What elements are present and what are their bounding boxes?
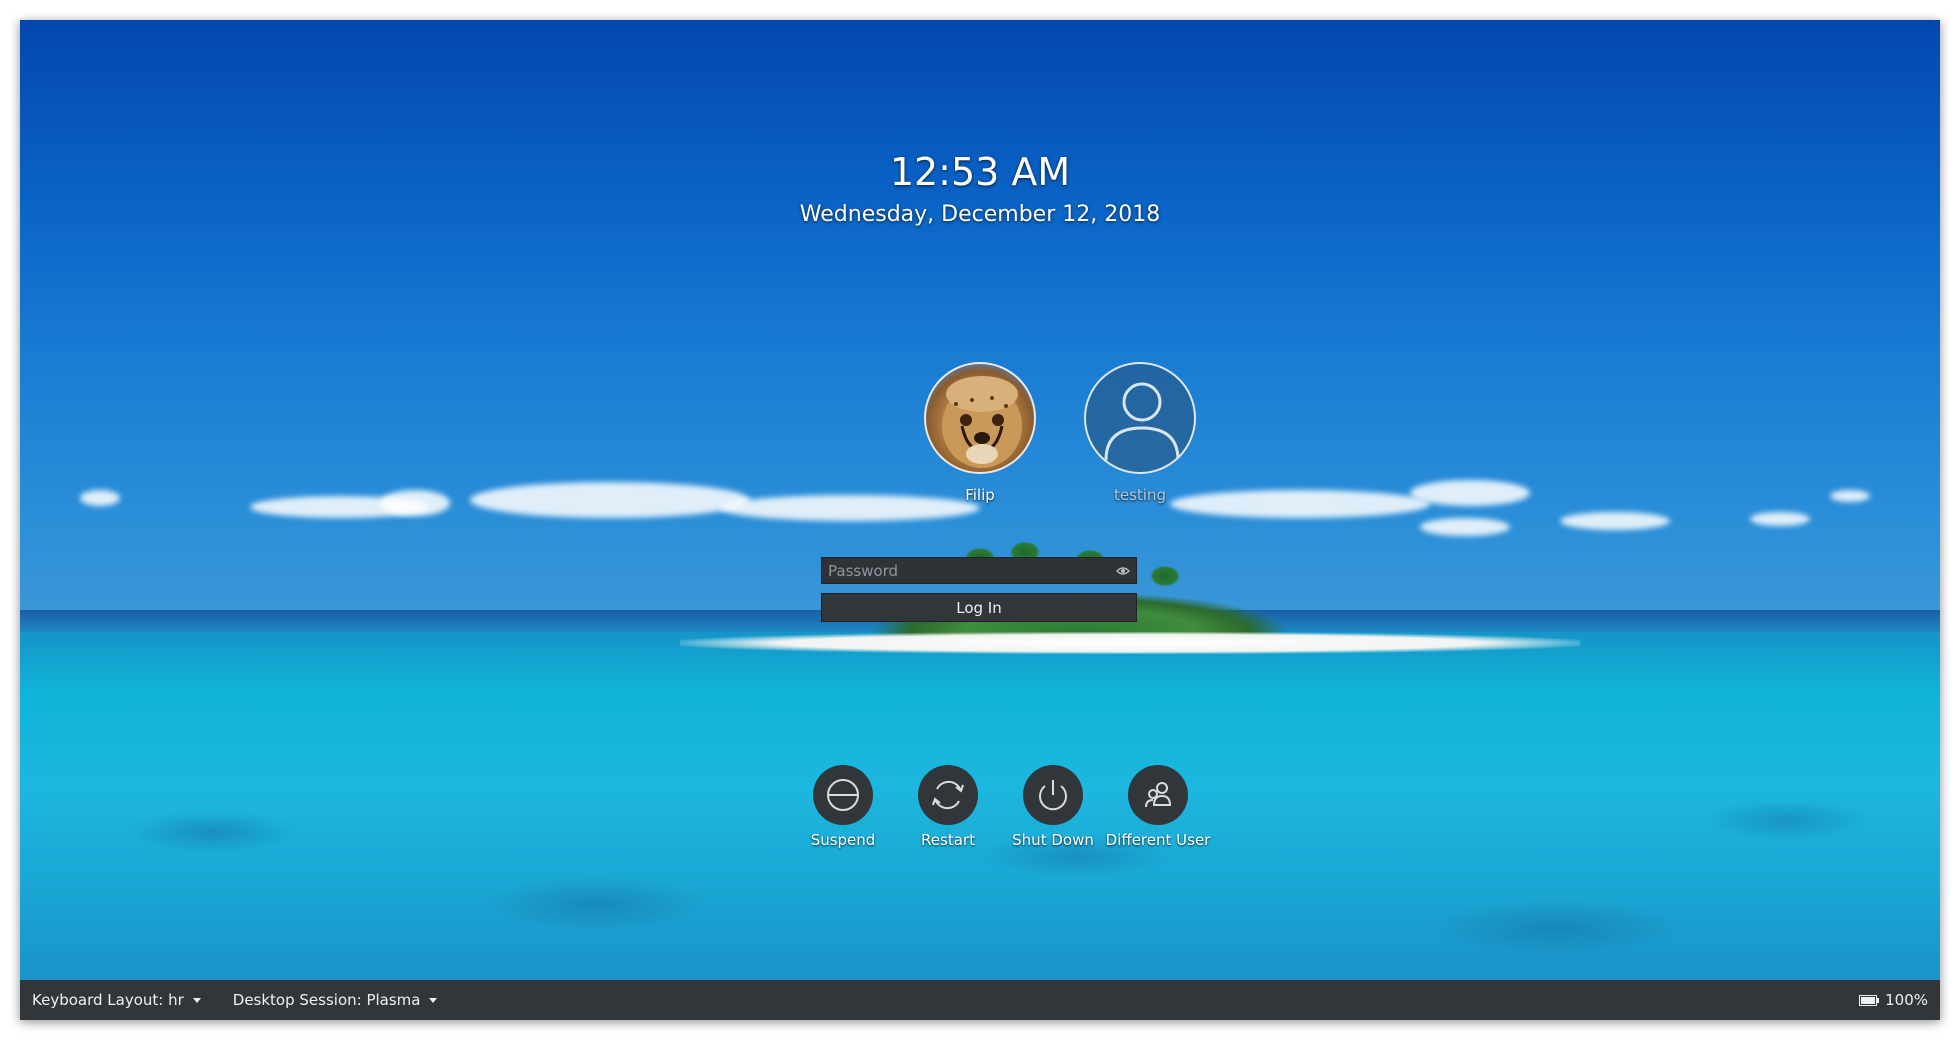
action-label: Shut Down <box>1012 831 1094 849</box>
password-input[interactable] <box>822 558 1110 583</box>
battery-percentage: 100% <box>1885 991 1928 1009</box>
action-label: Different User <box>1105 831 1211 849</box>
login-button[interactable]: Log In <box>821 593 1137 622</box>
beach-sand <box>680 632 1580 654</box>
eye-icon[interactable] <box>1110 558 1136 583</box>
generic-user-icon[interactable] <box>1084 362 1196 474</box>
suspend-icon <box>827 779 859 811</box>
keyboard-layout-selector[interactable]: Keyboard Layout: hr <box>32 991 201 1009</box>
user-name: testing <box>1113 486 1166 504</box>
restart-button[interactable]: Restart <box>893 765 1003 850</box>
user-filip[interactable]: Filip <box>910 362 1050 504</box>
chevron-down-icon <box>192 997 201 1003</box>
user-testing[interactable]: testing <box>1070 362 1210 504</box>
cheetah-avatar[interactable] <box>924 362 1036 474</box>
restart-icon <box>932 780 964 810</box>
login-screen: 12:53 AM Wednesday, December 12, 2018 Fi… <box>20 20 1940 1020</box>
user-name: Filip <box>965 486 995 504</box>
shutdown-button[interactable]: Shut Down <box>998 765 1108 850</box>
clock-time: 12:53 AM <box>889 150 1071 194</box>
switch-user-icon <box>1145 782 1172 808</box>
desktop-session-label: Desktop Session: Plasma <box>232 991 421 1009</box>
action-label: Restart <box>921 831 975 849</box>
clock-date: Wednesday, December 12, 2018 <box>799 202 1161 227</box>
desktop-session-selector[interactable]: Desktop Session: Plasma <box>233 991 438 1009</box>
battery-icon <box>1859 994 1880 1006</box>
different-user-button[interactable]: Different User <box>1103 765 1213 850</box>
shutdown-icon <box>1039 780 1067 811</box>
suspend-button[interactable]: Suspend <box>788 765 898 850</box>
battery-status: 100% <box>1859 991 1928 1009</box>
password-field[interactable] <box>821 557 1137 584</box>
chevron-down-icon <box>429 997 438 1003</box>
action-label: Suspend <box>810 831 876 849</box>
keyboard-layout-label: Keyboard Layout: hr <box>32 991 184 1009</box>
bottom-bar: Keyboard Layout: hr Desktop Session: Pla… <box>20 980 1940 1020</box>
